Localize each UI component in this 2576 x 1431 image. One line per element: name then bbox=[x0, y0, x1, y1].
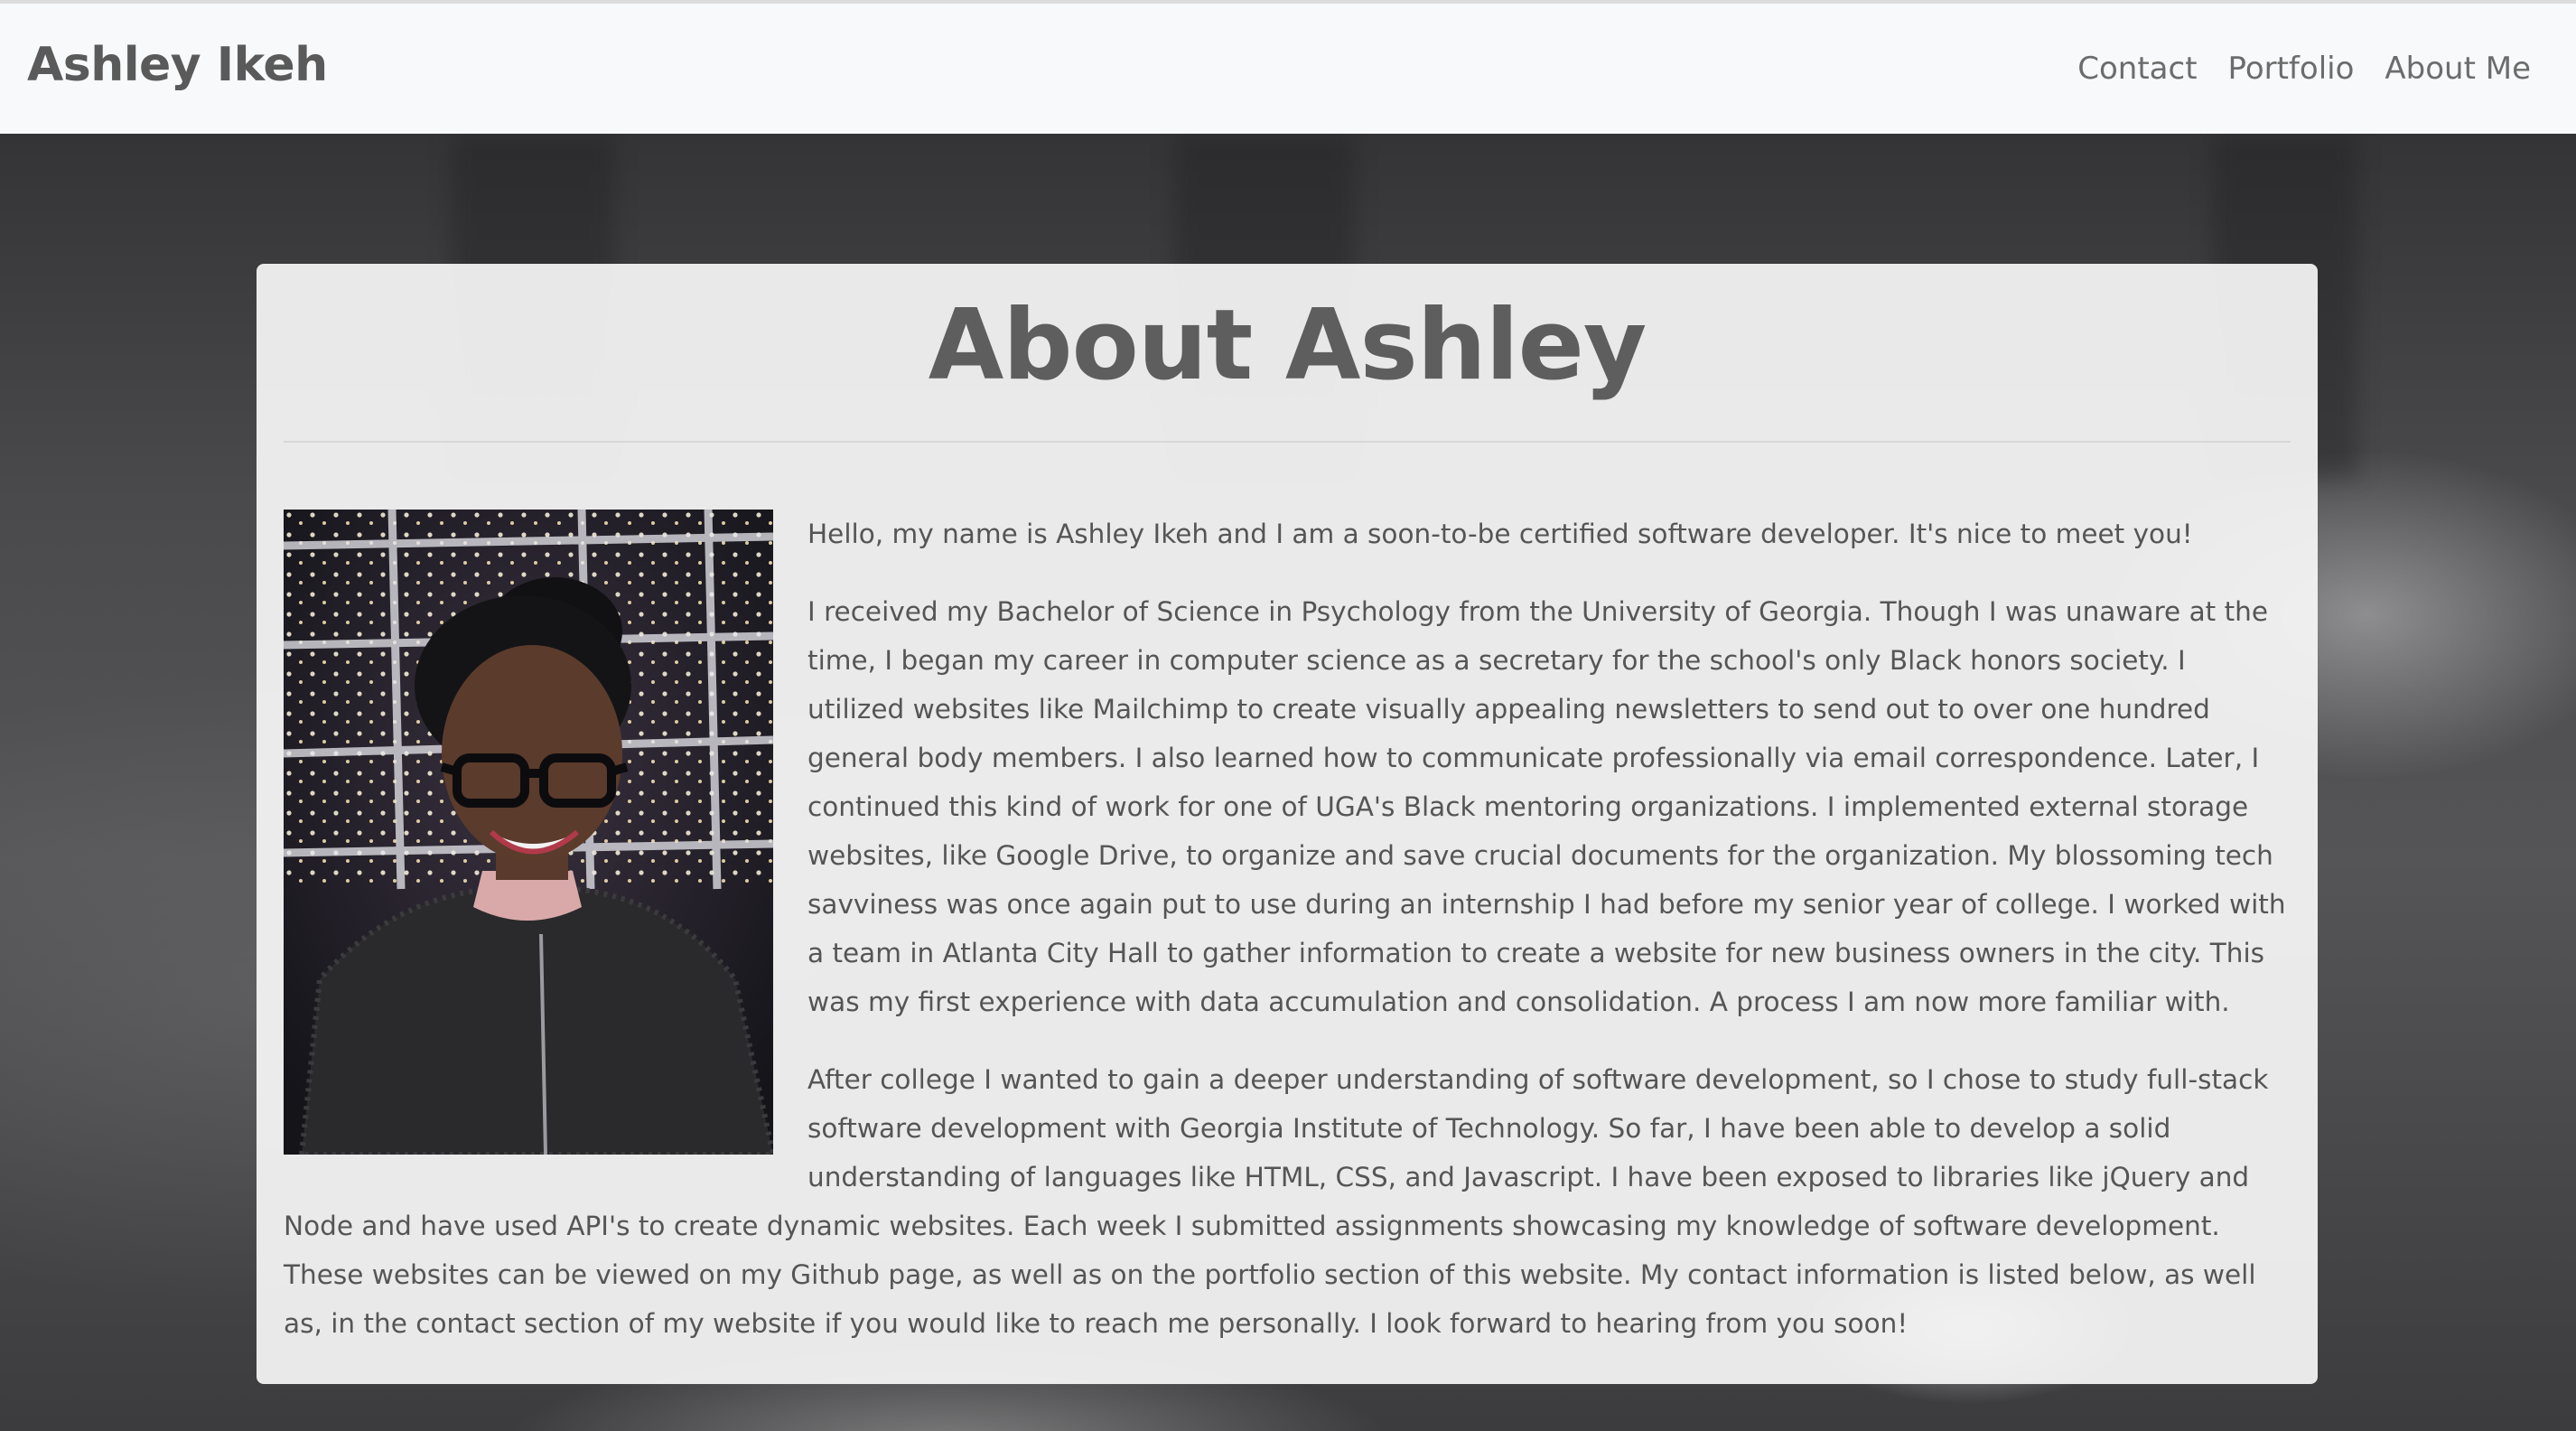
profile-photo bbox=[284, 510, 773, 1155]
nav-link-portfolio[interactable]: Portfolio bbox=[2228, 51, 2355, 87]
about-content: Hello, my name is Ashley Ikeh and I am a… bbox=[284, 510, 2291, 1348]
navbar: Ashley Ikeh Contact Portfolio About Me bbox=[0, 0, 2576, 134]
nav-link-about-me[interactable]: About Me bbox=[2385, 51, 2531, 87]
page-title: About Ashley bbox=[928, 289, 1647, 402]
about-card: About Ashley Hello, my name is Ashley Ik… bbox=[257, 264, 2318, 1384]
brand-title[interactable]: Ashley Ikeh bbox=[27, 38, 328, 92]
nav-link-contact[interactable]: Contact bbox=[2077, 51, 2197, 87]
nav-links: Contact Portfolio About Me bbox=[2077, 51, 2531, 87]
title-divider bbox=[284, 441, 2291, 443]
